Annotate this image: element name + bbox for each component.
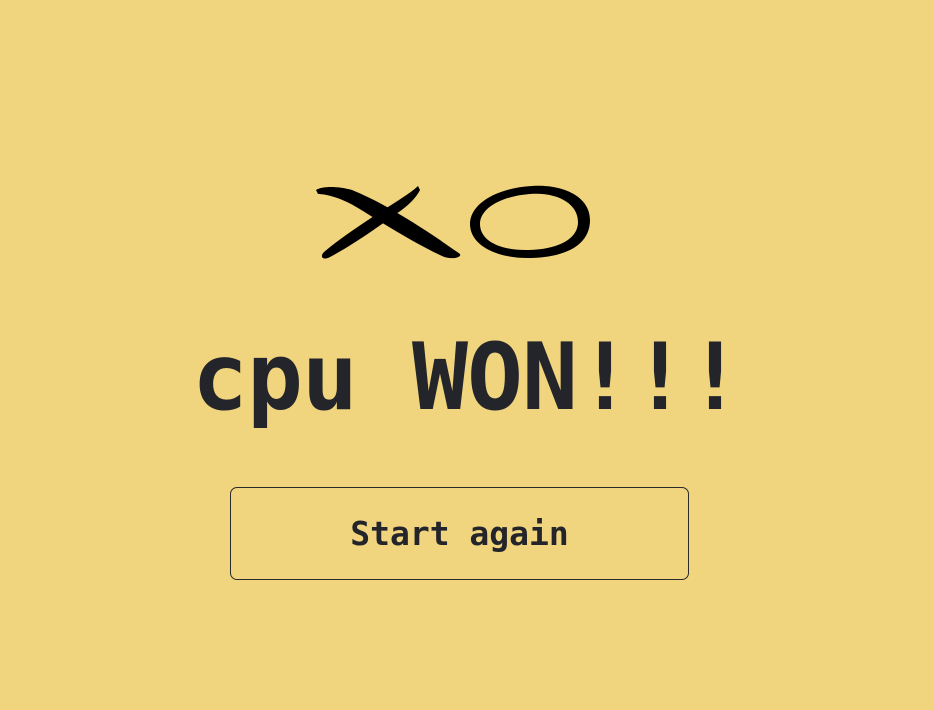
logo-o-stroke bbox=[470, 185, 590, 258]
xo-logo-graphic bbox=[316, 185, 590, 259]
game-result-title: cpu WON!!! bbox=[192, 323, 743, 431]
xo-logo-icon bbox=[312, 178, 600, 266]
start-again-button[interactable]: Start again bbox=[230, 487, 689, 580]
